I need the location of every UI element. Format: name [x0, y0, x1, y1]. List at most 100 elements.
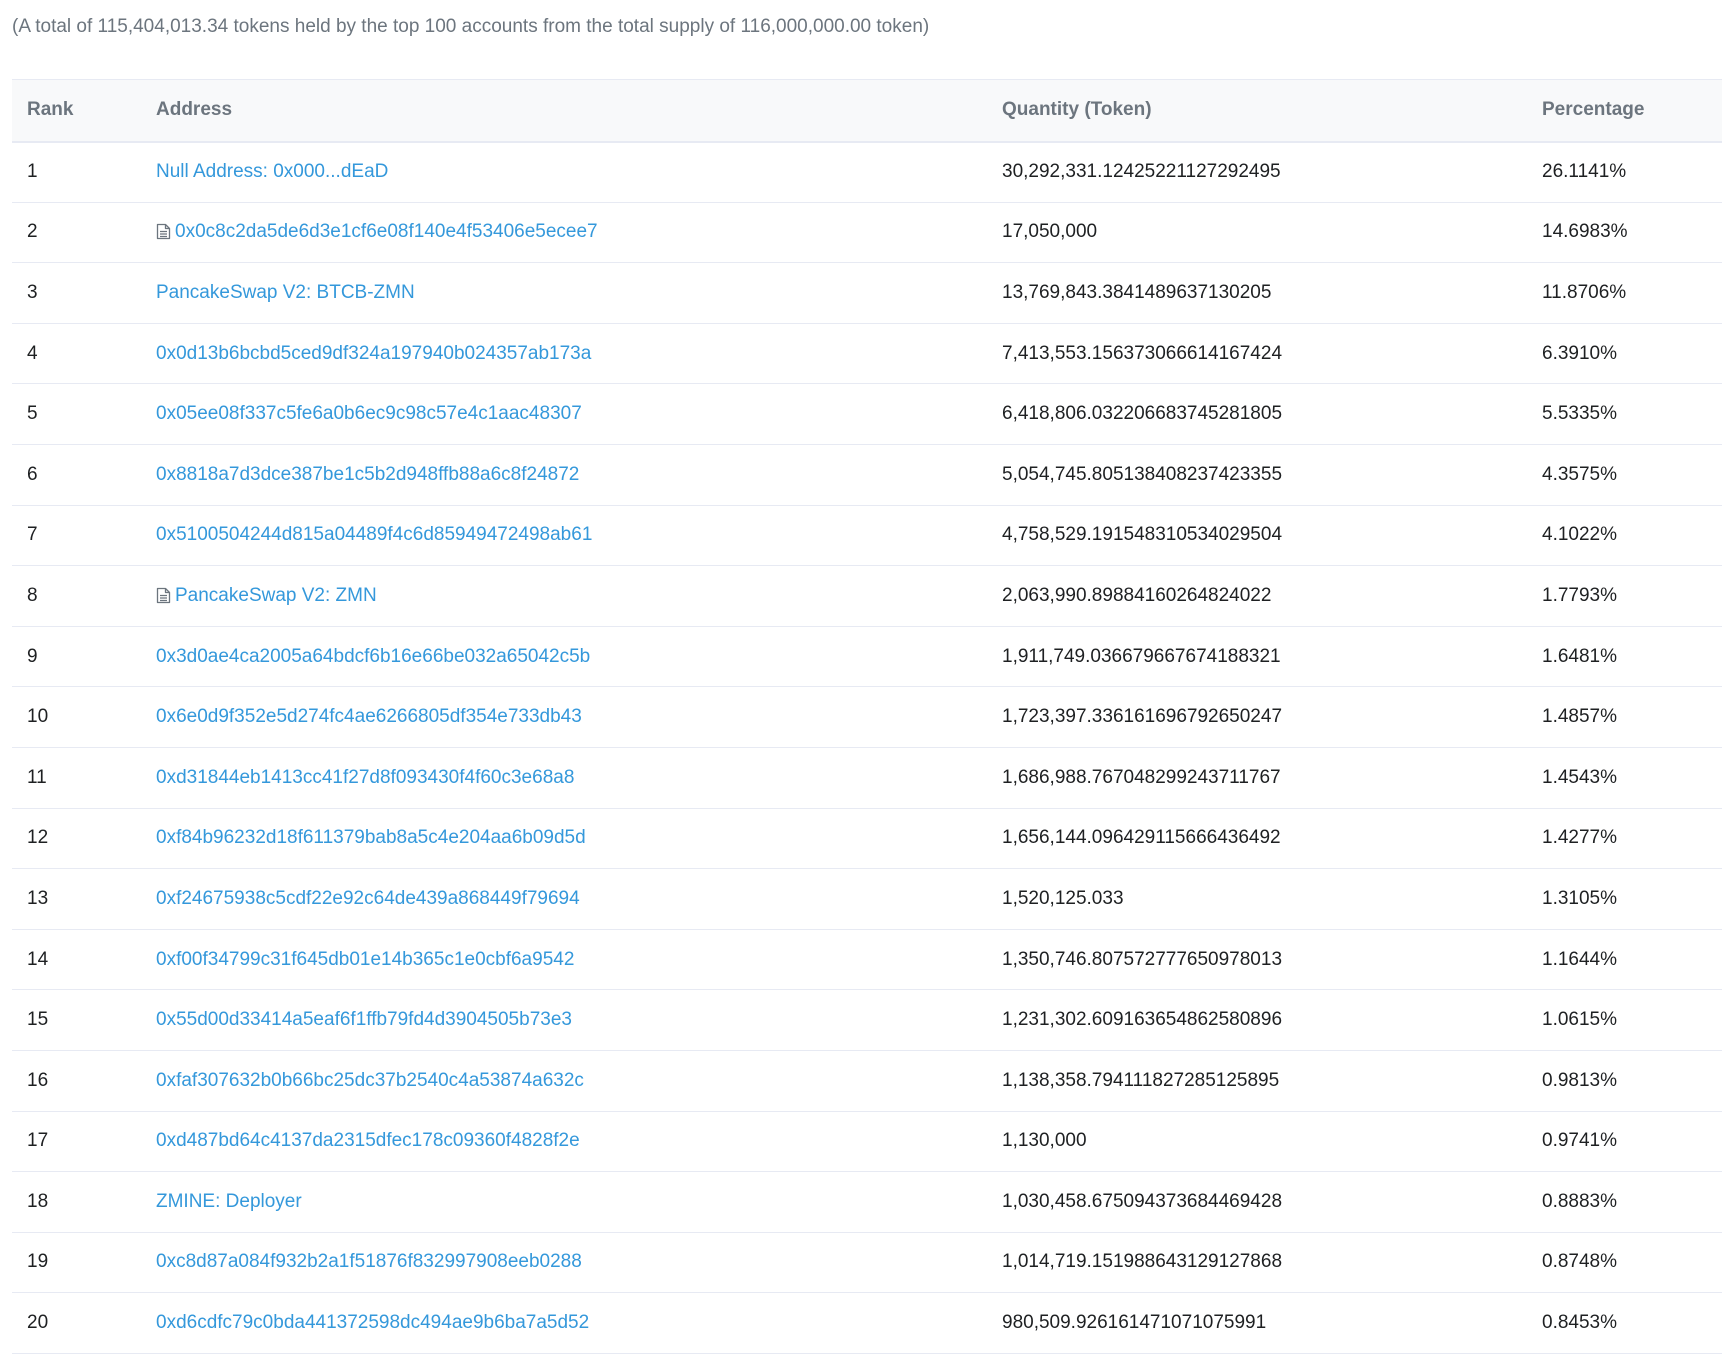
rank-cell: 2: [12, 202, 156, 264]
quantity-cell: 1,014,719.151988643129127868: [1002, 1232, 1542, 1294]
holder-address-link[interactable]: 0xd487bd64c4137da2315dfec178c09360f4828f…: [156, 1130, 580, 1151]
holder-address-link[interactable]: 0xd31844eb1413cc41f27d8f093430f4f60c3e68…: [156, 767, 574, 788]
rank-cell: 18: [12, 1171, 156, 1233]
table-row: 5 0x05ee08f337c5fe6a0b6ec9c98c57e4c1aac48…: [12, 383, 1722, 445]
percentage-cell: 1.6481%: [1542, 626, 1722, 688]
rank-cell: 1: [12, 141, 156, 203]
table-row: 6 0x8818a7d3dce387be1c5b2d948ffb88a6c8f24…: [12, 444, 1722, 506]
quantity-cell: 1,350,746.807572777650978013: [1002, 929, 1542, 991]
header-address: Address: [156, 79, 1002, 143]
table-body: 1 Null Address: 0x000...dEaD 30,292,331.12…: [12, 141, 1722, 1354]
rank-cell: 10: [12, 686, 156, 748]
holder-address-link[interactable]: 0x3d0ae4ca2005a64bdcf6b16e66be032a65042c…: [156, 646, 590, 667]
holder-address-link[interactable]: 0x05ee08f337c5fe6a0b6ec9c98c57e4c1aac483…: [156, 403, 582, 424]
holder-address-link[interactable]: 0xd6cdfc79c0bda441372598dc494ae9b6ba7a5d…: [156, 1312, 589, 1333]
header-quantity: Quantity (Token): [1002, 79, 1542, 143]
holder-address-link[interactable]: 0x6e0d9f352e5d274fc4ae6266805df354e733db…: [156, 706, 582, 727]
address-cell: PancakeSwap V2: ZMN: [156, 565, 1002, 627]
address-cell: 0xc8d87a084f932b2a1f51876f832997908eeb02…: [156, 1232, 1002, 1294]
holder-address-link[interactable]: 0x55d00d33414a5eaf6f1ffb79fd4d3904505b73…: [156, 1009, 572, 1030]
rank-cell: 20: [12, 1292, 156, 1354]
holder-address-link[interactable]: 0xfaf307632b0b66bc25dc37b2540c4a53874a63…: [156, 1070, 584, 1091]
quantity-cell: 1,911,749.036679667674188321: [1002, 626, 1542, 688]
table-row: 14 0xf00f34799c31f645db01e14b365c1e0cbf6a…: [12, 929, 1722, 991]
file-text-icon: [156, 223, 171, 240]
percentage-cell: 14.6983%: [1542, 202, 1722, 264]
quantity-cell: 1,030,458.675094373684469428: [1002, 1171, 1542, 1233]
holder-address-link[interactable]: PancakeSwap V2: BTCB-ZMN: [156, 282, 415, 303]
percentage-cell: 1.4543%: [1542, 747, 1722, 809]
quantity-cell: 30,292,331.12425221127292495: [1002, 141, 1542, 203]
quantity-cell: 13,769,843.3841489637130205: [1002, 262, 1542, 324]
percentage-cell: 6.3910%: [1542, 323, 1722, 385]
table-row: 15 0x55d00d33414a5eaf6f1ffb79fd4d3904505b…: [12, 989, 1722, 1051]
address-cell: 0x05ee08f337c5fe6a0b6ec9c98c57e4c1aac483…: [156, 383, 1002, 445]
percentage-cell: 1.4857%: [1542, 686, 1722, 748]
holder-address-link[interactable]: 0xf24675938c5cdf22e92c64de439a868449f796…: [156, 888, 580, 909]
quantity-cell: 1,231,302.609163654862580896: [1002, 989, 1542, 1051]
rank-cell: 9: [12, 626, 156, 688]
holder-address-link[interactable]: PancakeSwap V2: ZMN: [175, 585, 377, 606]
table-row: 9 0x3d0ae4ca2005a64bdcf6b16e66be032a65042…: [12, 626, 1722, 688]
holder-address-link[interactable]: 0xf84b96232d18f611379bab8a5c4e204aa6b09d…: [156, 827, 586, 848]
rank-cell: 8: [12, 565, 156, 627]
rank-cell: 4: [12, 323, 156, 385]
quantity-cell: 1,656,144.096429115666436492: [1002, 808, 1542, 870]
quantity-cell: 6,418,806.032206683745281805: [1002, 383, 1542, 445]
holder-address-link[interactable]: 0x8818a7d3dce387be1c5b2d948ffb88a6c8f248…: [156, 464, 579, 485]
address-cell: 0xd6cdfc79c0bda441372598dc494ae9b6ba7a5d…: [156, 1292, 1002, 1354]
table-row: 8 PancakeSwap V2: ZMN 2,063,990.8988416026…: [12, 565, 1722, 627]
quantity-cell: 5,054,745.805138408237423355: [1002, 444, 1542, 506]
percentage-cell: 0.8883%: [1542, 1171, 1722, 1233]
quantity-cell: 1,723,397.336161696792650247: [1002, 686, 1542, 748]
quantity-cell: 1,138,358.794111827285125895: [1002, 1050, 1542, 1112]
quantity-cell: 7,413,553.156373066614167424: [1002, 323, 1542, 385]
percentage-cell: 1.3105%: [1542, 868, 1722, 930]
rank-cell: 11: [12, 747, 156, 809]
header-row: Rank Address Quantity (Token) Percentage: [12, 79, 1722, 143]
rank-cell: 6: [12, 444, 156, 506]
percentage-cell: 11.8706%: [1542, 262, 1722, 324]
table-row: 1 Null Address: 0x000...dEaD 30,292,331.12…: [12, 141, 1722, 203]
quantity-cell: 980,509.926161471071075991: [1002, 1292, 1542, 1354]
file-text-icon: [156, 587, 171, 604]
address-cell: Null Address: 0x000...dEaD: [156, 141, 1002, 203]
address-cell: 0x0d13b6bcbd5ced9df324a197940b024357ab17…: [156, 323, 1002, 385]
holder-address-link[interactable]: Null Address: 0x000...dEaD: [156, 161, 388, 182]
percentage-cell: 1.1644%: [1542, 929, 1722, 991]
percentage-cell: 0.9813%: [1542, 1050, 1722, 1112]
holder-address-link[interactable]: 0x5100504244d815a04489f4c6d85949472498ab…: [156, 524, 592, 545]
holder-address-link[interactable]: 0x0c8c2da5de6d3e1cf6e08f140e4f53406e5ece…: [175, 221, 598, 242]
holder-address-link[interactable]: 0x0d13b6bcbd5ced9df324a197940b024357ab17…: [156, 343, 591, 364]
holder-address-link[interactable]: 0xc8d87a084f932b2a1f51876f832997908eeb02…: [156, 1251, 582, 1272]
quantity-cell: 4,758,529.191548310534029504: [1002, 505, 1542, 567]
rank-cell: 19: [12, 1232, 156, 1294]
percentage-cell: 1.0615%: [1542, 989, 1722, 1051]
rank-cell: 17: [12, 1111, 156, 1173]
rank-cell: 15: [12, 989, 156, 1051]
rank-cell: 14: [12, 929, 156, 991]
percentage-cell: 5.5335%: [1542, 383, 1722, 445]
percentage-cell: 0.8748%: [1542, 1232, 1722, 1294]
percentage-cell: 4.1022%: [1542, 505, 1722, 567]
table-row: 16 0xfaf307632b0b66bc25dc37b2540c4a53874a…: [12, 1050, 1722, 1112]
table-header: Rank Address Quantity (Token) Percentage: [12, 79, 1722, 143]
address-cell: 0xfaf307632b0b66bc25dc37b2540c4a53874a63…: [156, 1050, 1002, 1112]
quantity-cell: 1,130,000: [1002, 1111, 1542, 1173]
address-cell: 0x8818a7d3dce387be1c5b2d948ffb88a6c8f248…: [156, 444, 1002, 506]
holder-address-link[interactable]: ZMINE: Deployer: [156, 1191, 302, 1212]
percentage-cell: 0.9741%: [1542, 1111, 1722, 1173]
table-row: 3 PancakeSwap V2: BTCB-ZMN 13,769,843.3841…: [12, 262, 1722, 324]
quantity-cell: 2,063,990.89884160264824022: [1002, 565, 1542, 627]
rank-cell: 12: [12, 808, 156, 870]
table-row: 13 0xf24675938c5cdf22e92c64de439a868449f7…: [12, 868, 1722, 930]
holder-address-link[interactable]: 0xf00f34799c31f645db01e14b365c1e0cbf6a95…: [156, 949, 574, 970]
token-holders-table: Rank Address Quantity (Token) Percentage…: [12, 79, 1722, 1354]
address-cell: 0xf24675938c5cdf22e92c64de439a868449f796…: [156, 868, 1002, 930]
percentage-cell: 1.7793%: [1542, 565, 1722, 627]
address-cell: 0x0c8c2da5de6d3e1cf6e08f140e4f53406e5ece…: [156, 202, 1002, 264]
rank-cell: 13: [12, 868, 156, 930]
quantity-cell: 1,520,125.033: [1002, 868, 1542, 930]
rank-cell: 3: [12, 262, 156, 324]
address-cell: 0x6e0d9f352e5d274fc4ae6266805df354e733db…: [156, 686, 1002, 748]
